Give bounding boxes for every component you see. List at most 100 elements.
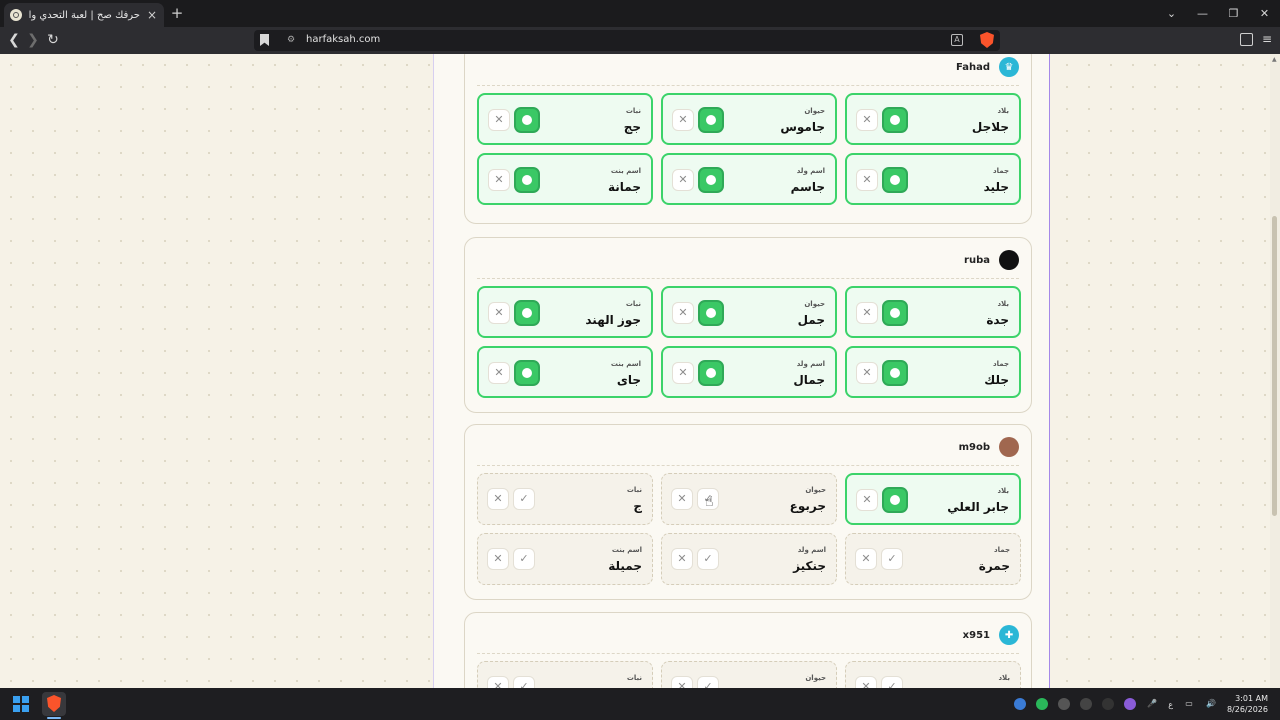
reject-button[interactable]: ✕ <box>488 109 510 131</box>
answer-category: نبات <box>626 674 642 682</box>
accepted-toggle[interactable] <box>698 300 724 326</box>
reject-button[interactable]: ✕ <box>856 109 878 131</box>
answer-category: بلاد <box>998 674 1010 682</box>
new-tab-button[interactable]: + <box>170 4 184 22</box>
tray-app-icon[interactable] <box>1080 698 1093 710</box>
accepted-toggle[interactable] <box>514 167 540 193</box>
toggle-dot-icon <box>706 368 716 378</box>
accepted-toggle[interactable] <box>698 360 724 386</box>
accepted-toggle[interactable] <box>882 300 908 326</box>
xbox-icon[interactable] <box>1058 698 1071 710</box>
forward-icon[interactable]: ❯ <box>25 32 41 48</box>
accept-button[interactable]: ✓ <box>697 548 719 570</box>
bookmark-icon[interactable] <box>260 34 269 46</box>
address-bar[interactable]: ⚙ harfaksah.com A <box>254 30 1000 51</box>
answer-category: جماد <box>993 360 1009 368</box>
accept-button[interactable]: ✓ <box>697 676 719 688</box>
accept-button[interactable]: ✓ <box>513 488 535 510</box>
reject-button[interactable]: ✕ <box>855 676 877 688</box>
steam-icon[interactable] <box>1014 698 1027 710</box>
reject-button[interactable]: ✕ <box>672 302 694 324</box>
reject-button[interactable]: ✕ <box>856 489 878 511</box>
reject-button[interactable]: ✕ <box>487 548 509 570</box>
site-settings-icon[interactable]: ⚙ <box>287 35 297 45</box>
answer-category: بلاد <box>997 300 1009 308</box>
accept-button[interactable]: ✓ <box>513 676 535 688</box>
accepted-toggle[interactable] <box>882 487 908 513</box>
player-name: Fahad <box>955 61 990 73</box>
accepted-toggle[interactable] <box>698 107 724 133</box>
brave-shields-icon[interactable] <box>980 32 994 48</box>
maximize-button[interactable]: ❐ <box>1218 0 1249 27</box>
answer-word: جربوع <box>789 499 826 513</box>
microphone-icon[interactable]: 🎤 <box>1146 698 1158 710</box>
accepted-toggle[interactable] <box>882 360 908 386</box>
reject-button[interactable]: ✕ <box>488 302 510 324</box>
tab-search-button[interactable]: ⌄ <box>1156 0 1187 27</box>
reload-icon[interactable]: ↻ <box>45 32 61 48</box>
reject-button[interactable]: ✕ <box>856 362 878 384</box>
accept-button[interactable]: ✓ <box>513 548 535 570</box>
page-scrollbar[interactable]: ▲ <box>1270 54 1280 688</box>
reject-button[interactable]: ✕ <box>671 676 693 688</box>
reject-button[interactable]: ✕ <box>488 169 510 191</box>
answer-card: نبات جج ✕ <box>477 93 653 145</box>
menu-icon[interactable]: ≡ <box>1262 33 1274 45</box>
reject-button[interactable]: ✕ <box>671 488 693 510</box>
accept-button[interactable]: ✓ <box>881 548 903 570</box>
url-text[interactable]: harfaksah.com <box>306 34 380 45</box>
browser-tab-bar: حرفك صح | لعبة التحدي والكلمات × + ⌄ — ❐… <box>0 0 1280 27</box>
x-app-icon[interactable] <box>1102 698 1115 710</box>
back-icon[interactable]: ❮ <box>6 32 22 48</box>
site-favicon-icon <box>10 9 22 21</box>
windows-start-icon[interactable] <box>13 696 29 712</box>
accepted-toggle[interactable] <box>514 360 540 386</box>
pen-icon[interactable] <box>1124 698 1137 710</box>
network-icon[interactable]: ▭ <box>1183 698 1195 710</box>
browser-tab[interactable]: حرفك صح | لعبة التحدي والكلمات × <box>4 3 164 27</box>
user-add-icon: ✚ <box>999 625 1019 645</box>
reject-button[interactable]: ✕ <box>672 362 694 384</box>
answer-card: جماد جلك ✕ <box>845 346 1021 398</box>
minimize-button[interactable]: — <box>1187 0 1218 27</box>
reject-button[interactable]: ✕ <box>487 676 509 688</box>
accepted-toggle[interactable] <box>882 167 908 193</box>
clock[interactable]: 3:01 AM 8/26/2026 <box>1227 693 1268 715</box>
accepted-toggle[interactable] <box>514 107 540 133</box>
taskbar-brave-icon[interactable] <box>42 692 66 716</box>
tab-close-icon[interactable]: × <box>146 8 158 22</box>
volume-icon[interactable]: 🔊 <box>1205 698 1217 710</box>
close-window-button[interactable]: ✕ <box>1249 0 1280 27</box>
answer-word: جليد <box>983 180 1009 194</box>
reject-button[interactable]: ✕ <box>488 362 510 384</box>
accept-button[interactable]: ✓ <box>881 676 903 688</box>
answer-category: حيوان <box>804 107 825 115</box>
extensions-icon[interactable] <box>1240 33 1253 46</box>
answer-word: جمال <box>793 373 825 387</box>
answer-card: جماد جليد ✕ <box>845 153 1021 205</box>
answer-card: جماد جمرة ✕ ✓ <box>845 533 1021 585</box>
accepted-toggle[interactable] <box>698 167 724 193</box>
translate-icon[interactable]: A <box>951 34 963 46</box>
answer-word: جابر العلي <box>947 500 1009 514</box>
reject-button[interactable]: ✕ <box>856 169 878 191</box>
status-dot-icon[interactable] <box>1036 698 1049 710</box>
scroll-up-icon[interactable]: ▲ <box>1272 56 1277 63</box>
reject-button[interactable]: ✕ <box>487 488 509 510</box>
scrollbar-thumb[interactable] <box>1272 216 1277 516</box>
answer-category: جماد <box>994 546 1010 554</box>
reject-button[interactable]: ✕ <box>855 548 877 570</box>
window-controls: ⌄ — ❐ ✕ <box>1156 0 1280 27</box>
keyboard-language[interactable]: ع <box>1168 700 1173 709</box>
toggle-dot-icon <box>522 308 532 318</box>
reject-button[interactable]: ✕ <box>856 302 878 324</box>
answer-word: جلاجل <box>971 120 1009 134</box>
answer-category: بلاد <box>997 487 1009 495</box>
accepted-toggle[interactable] <box>882 107 908 133</box>
reject-button[interactable]: ✕ <box>672 109 694 131</box>
toggle-dot-icon <box>890 368 900 378</box>
reject-button[interactable]: ✕ <box>671 548 693 570</box>
toggle-dot-icon <box>890 495 900 505</box>
accepted-toggle[interactable] <box>514 300 540 326</box>
reject-button[interactable]: ✕ <box>672 169 694 191</box>
